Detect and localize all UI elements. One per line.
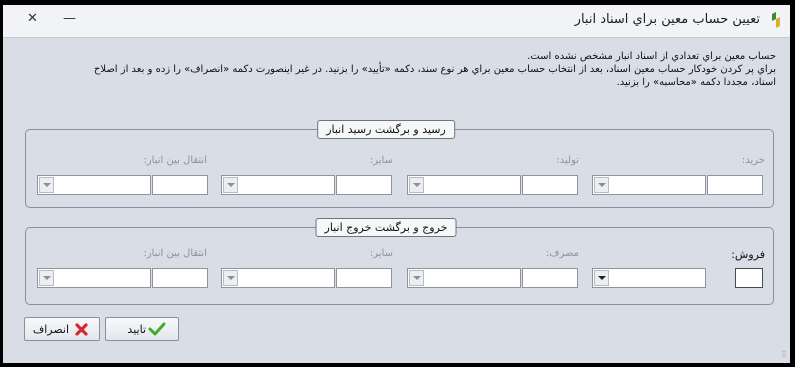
transfer-in-code-input[interactable] — [152, 175, 208, 195]
transfer-in-account-combo[interactable] — [37, 175, 151, 195]
consumption-code-input[interactable] — [522, 268, 578, 288]
receipt-group: رسيد و برگشت رسيد انبار خريد: توليد: ساي… — [25, 120, 774, 208]
sales-label: فروش: — [731, 248, 765, 261]
chevron-down-icon[interactable] — [39, 177, 54, 193]
description-text: حساب معين براي تعدادي از اسناد انبار مشخ… — [16, 50, 776, 89]
other-receipt-account-combo[interactable] — [221, 175, 335, 195]
chevron-down-icon[interactable] — [409, 177, 424, 193]
app-icon — [772, 12, 780, 28]
purchase-code-input[interactable] — [707, 175, 763, 195]
check-icon — [148, 322, 166, 336]
window-title: تعيين حساب معين براي اسناد انبار — [574, 12, 760, 27]
title-bar[interactable]: تعيين حساب معين براي اسناد انبار ✕ — — [3, 5, 790, 38]
production-label: توليد: — [556, 155, 579, 166]
cancel-x-icon — [75, 323, 88, 336]
production-code-input[interactable] — [522, 175, 578, 195]
description-line-2: براي پر کردن خودکار حساب معين اسناد، بعد… — [93, 64, 776, 75]
other-issue-account-combo[interactable] — [221, 268, 335, 288]
issue-group-title: خروج و برگشت خروج انبار — [315, 218, 457, 237]
sales-code-input[interactable] — [735, 268, 763, 288]
window-frame: تعيين حساب معين براي اسناد انبار ✕ — حسا… — [0, 0, 795, 367]
transfer-out-account-combo[interactable] — [37, 268, 151, 288]
other-receipt-label: ساير: — [369, 155, 393, 166]
other-issue-label: ساير: — [369, 248, 393, 259]
purchase-account-combo[interactable] — [592, 175, 706, 195]
cancel-button[interactable]: انصراف — [24, 317, 100, 341]
chevron-down-icon[interactable] — [594, 270, 609, 286]
production-account-combo[interactable] — [407, 175, 521, 195]
chevron-down-icon[interactable] — [39, 270, 54, 286]
chevron-down-icon[interactable] — [409, 270, 424, 286]
close-icon[interactable]: ✕ — [27, 11, 38, 26]
cancel-label: انصراف — [32, 323, 69, 336]
transfer-out-code-input[interactable] — [152, 268, 208, 288]
issue-group: خروج و برگشت خروج انبار فروش: مصرف: ساير… — [25, 218, 774, 305]
sales-account-combo[interactable] — [592, 268, 706, 288]
minimize-icon[interactable]: — — [63, 11, 76, 26]
purchase-label: خريد: — [741, 155, 765, 166]
transfer-out-label: انتقال بين انبار: — [143, 248, 207, 259]
description-line-3: اسناد، مجددا دکمه «محاسبه» را بزنيد. — [616, 77, 776, 88]
chevron-down-icon[interactable] — [594, 177, 609, 193]
confirm-button[interactable]: تاييد — [105, 317, 179, 341]
description-line-1: حساب معين براي تعدادي از اسناد انبار مشخ… — [527, 51, 776, 62]
confirm-label: تاييد — [127, 323, 146, 336]
receipt-group-title: رسيد و برگشت رسيد انبار — [317, 120, 455, 139]
dialog-window: تعيين حساب معين براي اسناد انبار ✕ — حسا… — [3, 5, 790, 363]
transfer-in-label: انتقال بين انبار: — [143, 155, 207, 166]
chevron-down-icon[interactable] — [223, 270, 238, 286]
other-receipt-code-input[interactable] — [336, 175, 392, 195]
chevron-down-icon[interactable] — [223, 177, 238, 193]
resize-grip-icon[interactable]: ⠿ — [781, 350, 787, 359]
consumption-label: مصرف: — [545, 248, 579, 259]
consumption-account-combo[interactable] — [407, 268, 521, 288]
other-issue-code-input[interactable] — [336, 268, 392, 288]
